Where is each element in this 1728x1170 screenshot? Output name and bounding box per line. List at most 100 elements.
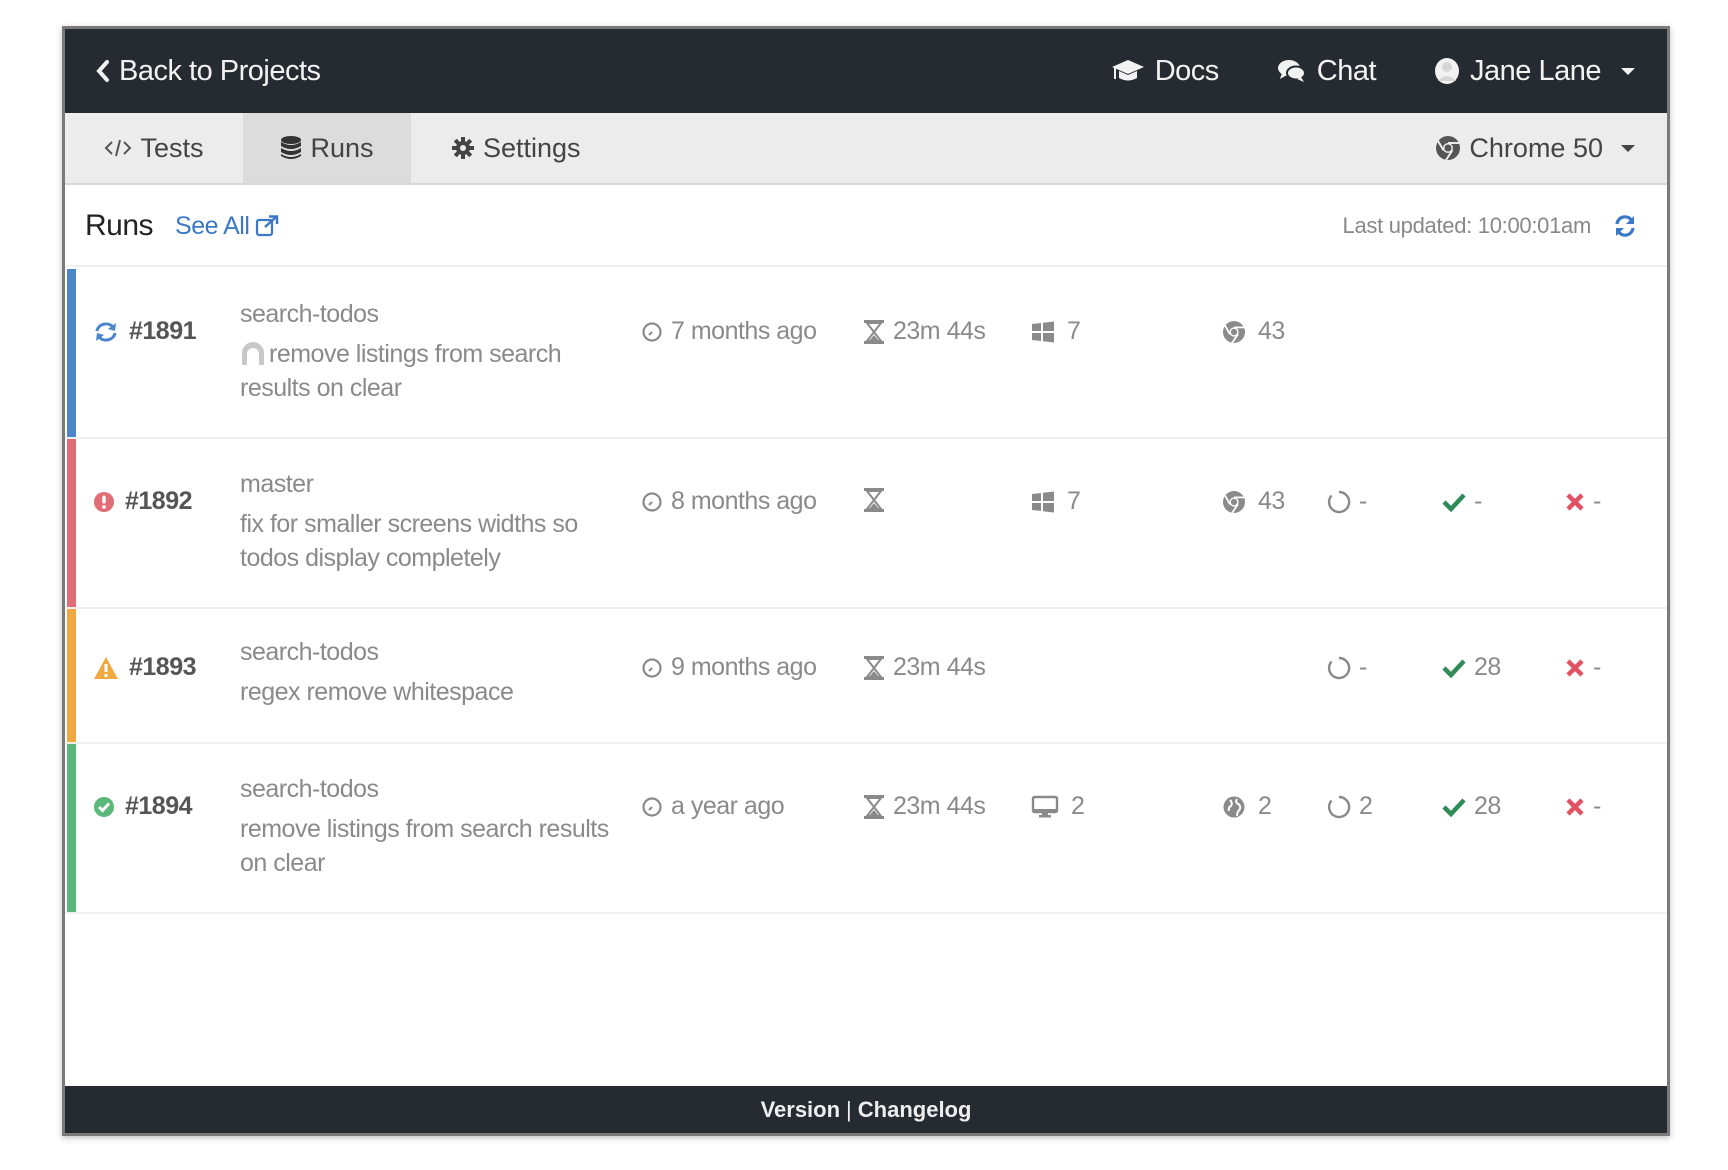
commit-message: regex remove whitespace [240, 675, 620, 709]
browser-label: Chrome 50 [1469, 132, 1603, 163]
last-updated-text: Last updated: 10:00:01am [1342, 213, 1592, 238]
check-icon [1442, 658, 1466, 678]
run-row[interactable]: #1894 search-todos remove listings from … [65, 744, 1667, 914]
pending-count: - [1327, 487, 1367, 516]
run-time: 9 months ago [641, 653, 817, 682]
run-duration-text: 23m 44s [893, 653, 986, 681]
commit-message-text: regex remove whitespace [240, 678, 514, 706]
commit-message: fix for smaller screens widths so todos … [240, 507, 620, 575]
status-warning-icon [93, 656, 119, 680]
clock-icon [641, 491, 663, 513]
status-failed-icon [93, 491, 115, 513]
caret-down-icon [1621, 144, 1635, 152]
run-info: search-todos remove listings from search… [240, 297, 620, 405]
project-tabs: Tests Runs Settings Chrome 50 [65, 113, 1667, 185]
run-browser: 43 [1222, 317, 1285, 346]
gear-icon [451, 136, 475, 160]
run-time: 7 months ago [641, 317, 817, 346]
see-all-label: See All [175, 211, 250, 240]
pending-circle-icon [1327, 795, 1351, 819]
run-number: #1891 [129, 317, 197, 345]
comments-icon [1277, 58, 1307, 84]
passed-count: - [1442, 487, 1482, 516]
app-window: Back to Projects Docs Chat Jane Lane Tes… [62, 26, 1670, 1136]
pending-count: 2 [1327, 792, 1373, 821]
hourglass-icon [863, 794, 885, 820]
run-row[interactable]: #1893 search-todos regex remove whitespa… [65, 609, 1667, 744]
refresh-button[interactable] [1613, 214, 1637, 238]
external-link-icon [255, 215, 279, 237]
chat-label: Chat [1316, 54, 1377, 87]
pending-count-text: - [1359, 487, 1367, 515]
run-time-text: 9 months ago [671, 653, 817, 681]
pending-circle-icon [1327, 656, 1351, 680]
run-row[interactable]: #1891 search-todos remove listings from … [65, 269, 1667, 439]
commit-message-text: remove listings from search results on c… [240, 815, 609, 877]
failed-count-text: - [1593, 487, 1601, 515]
run-id[interactable]: #1891 [93, 317, 197, 346]
pending-count-text: 2 [1359, 792, 1373, 820]
branch-name: master [240, 470, 314, 498]
run-id[interactable]: #1893 [93, 653, 197, 682]
status-passed-icon [93, 796, 115, 818]
top-navbar: Back to Projects Docs Chat Jane Lane [65, 29, 1667, 113]
run-duration-text: 23m 44s [893, 317, 986, 345]
caret-down-icon [1621, 67, 1635, 75]
hourglass-icon [863, 487, 885, 513]
docs-label: Docs [1154, 54, 1220, 87]
chevron-left-icon [95, 59, 111, 83]
see-all-link[interactable]: See All [175, 212, 279, 241]
failed-count-text: - [1593, 792, 1601, 820]
tab-settings[interactable]: Settings [411, 113, 621, 183]
browser-selector[interactable]: Chrome 50 [1435, 113, 1635, 183]
status-bar-passed [67, 744, 76, 912]
failed-count: - [1565, 487, 1601, 516]
chat-link[interactable]: Chat [1277, 54, 1377, 88]
failed-count: - [1565, 653, 1601, 682]
tab-runs-label: Runs [310, 132, 374, 163]
run-number: #1892 [125, 487, 193, 515]
clock-icon [641, 321, 663, 343]
branch-name: search-todos [240, 775, 379, 803]
run-browser: 43 [1222, 487, 1285, 516]
code-icon [104, 137, 132, 159]
run-id[interactable]: #1894 [93, 792, 193, 821]
tab-tests-label: Tests [140, 132, 204, 163]
run-time-text: a year ago [671, 792, 785, 820]
run-time: 8 months ago [641, 487, 817, 516]
tab-settings-label: Settings [483, 132, 581, 163]
run-row[interactable]: #1892 master fix for smaller screens wid… [65, 439, 1667, 609]
status-bar-running [67, 269, 76, 437]
refresh-icon [1613, 214, 1637, 238]
commit-message-text: fix for smaller screens widths so todos … [240, 510, 578, 572]
back-to-projects-link[interactable]: Back to Projects [95, 55, 321, 88]
passed-count-text: 28 [1474, 792, 1501, 820]
branch-name: search-todos [240, 638, 379, 666]
run-browser: 2 [1222, 792, 1272, 821]
chrome-icon [1222, 490, 1246, 514]
os-count: 7 [1067, 317, 1081, 345]
footer: Version | Changelog [65, 1086, 1667, 1133]
user-menu[interactable]: Jane Lane [1434, 55, 1635, 88]
pending-circle-icon [1327, 490, 1351, 514]
database-icon [280, 135, 302, 161]
version-link[interactable]: Version [761, 1097, 840, 1123]
status-bar-failed [67, 439, 76, 607]
docs-link[interactable]: Docs [1111, 55, 1219, 88]
tab-runs[interactable]: Runs [243, 113, 411, 183]
tab-tests[interactable]: Tests [65, 113, 243, 183]
run-number: #1894 [125, 792, 193, 820]
run-info: search-todos regex remove whitespace [240, 635, 620, 709]
commit-message: remove listings from search results on c… [240, 337, 620, 405]
graduation-cap-icon [1111, 58, 1145, 84]
changelog-link[interactable]: Changelog [858, 1097, 972, 1123]
failed-count-text: - [1593, 653, 1601, 681]
failed-count: - [1565, 792, 1601, 821]
user-avatar-icon [1434, 57, 1460, 85]
passed-count-text: - [1474, 487, 1482, 515]
run-id[interactable]: #1892 [93, 487, 193, 516]
passed-count-text: 28 [1474, 653, 1501, 681]
author-avatar-icon [240, 341, 266, 365]
run-time: a year ago [641, 792, 785, 821]
run-duration-text: 23m 44s [893, 792, 986, 820]
